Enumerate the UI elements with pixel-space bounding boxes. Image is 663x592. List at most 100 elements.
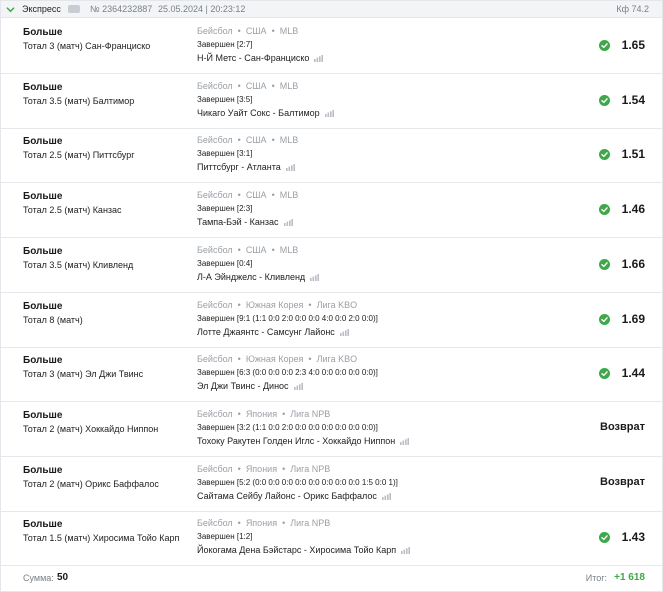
bet-market: Тотал 3.5 (матч) Балтимор [23,95,135,106]
bet-result: 1.46 [621,202,645,217]
stats-bars-icon[interactable] [310,273,320,281]
stats-bars-icon[interactable] [314,55,324,62]
bet-outcome-type: Больше [23,27,63,38]
total-coefficient: Кф 74.2 [616,4,649,14]
check-circle-icon [599,368,610,380]
bet-header[interactable]: Экспресс № 2364232887 25.05.2024 | 20:23… [1,1,662,18]
event-teams[interactable]: Тохоку Ракутен Голден Иглс - Хоккайдо Ни… [197,435,410,446]
event-teams[interactable]: Питтсбург - Атланта [197,162,295,172]
event-league-path: Бейсбол • Япония • Лига NPB [197,518,330,528]
event-status: Завершен [5:2 (0:0 0:0 0:0 0:0 0:0 0:0 0… [197,477,398,487]
bet-type-label: Экспресс [22,4,61,14]
event-league-path: Бейсбол • США • MLB [197,26,298,36]
bet-outcome-type: Больше [23,81,63,93]
league-name: MLB [279,80,299,91]
event-teams[interactable]: Сайтама Сейбу Лайонс - Орикс Баффалос [197,491,391,501]
teams-label: Тампа-Бэй - Канзас [197,217,279,228]
bet-row[interactable]: Больше Тотал 2.5 (матч) Питтсбург Бейсбол … [1,128,662,184]
bet-result: 1.51 [621,147,645,162]
check-circle-icon [599,40,610,51]
event-teams[interactable]: Чикаго Уайт Сокс - Балтимор [197,108,334,118]
country-name: США [245,244,267,255]
bet-datetime: 25.05.2024 | 20:23:12 [158,4,246,14]
event-league-path: Бейсбол • США • MLB [197,190,298,200]
country-name: США [245,190,267,201]
bet-row[interactable]: Больше Тотал 3.5 (матч) Кливленд Бейсбол •… [1,238,662,293]
separator-dot: • [232,299,246,310]
bet-outcome-type: Больше [23,464,63,476]
bet-market: Тотал 2 (матч) Хоккайдо Ниппон [23,423,159,434]
stats-bars-icon[interactable] [401,547,411,555]
total-label: Итог: [585,573,607,583]
event-teams[interactable]: Эл Джи Твинс - Динос [197,381,303,391]
event-status: Завершен [3:2 (1:1 0:0 2:0 0:0 0:0 0:0 0… [197,422,378,432]
stats-bars-icon[interactable] [400,437,410,445]
stats-bars-icon[interactable] [339,328,349,336]
event-teams[interactable]: Лотте Джаянтс - Самсунг Лайонс [197,327,349,337]
bet-result: 1.44 [621,366,645,381]
separator-dot: • [232,518,246,529]
bet-row[interactable]: Больше Тотал 3.5 (матч) Балтимор Бейсбол •… [1,74,662,129]
event-league-path: Бейсбол • США • MLB [197,81,298,91]
bet-outcome-type: Больше [23,355,63,367]
event-teams[interactable]: Тампа-Бэй - Канзас [197,217,293,227]
separator-dot: • [232,190,246,201]
bet-market: Тотал 2.5 (матч) Питтсбург [23,150,135,161]
country-name: Япония [245,518,278,529]
stats-bars-icon[interactable] [293,383,303,391]
separator-dot: • [266,80,280,91]
bet-row[interactable]: Больше Тотал 2.5 (матч) Канзас Бейсбол • С… [1,183,662,239]
league-name: MLB [279,135,299,146]
league-name: Лига KBO [316,354,358,365]
chevron-down-icon[interactable] [6,5,15,14]
sport-name: Бейсбол [197,354,233,365]
separator-dot: • [277,408,291,419]
bet-outcome-type: Больше [23,191,63,203]
stats-bars-icon[interactable] [381,492,391,500]
separator-dot: • [266,26,280,36]
check-circle-icon [599,258,610,270]
event-league-path: Бейсбол • Япония • Лига NPB [197,409,330,419]
bet-row[interactable]: Больше Тотал 3 (матч) Сан-Франциско Бейсбо… [1,19,662,74]
bet-row[interactable]: Больше Тотал 2 (матч) Орикс Баффалос Бейсб… [1,457,662,512]
check-circle-icon [599,532,610,544]
sport-name: Бейсбол [197,190,233,201]
bet-row[interactable]: Больше Тотал 2 (матч) Хоккайдо Ниппон Бейс… [1,402,662,457]
bet-outcome-type: Больше [23,409,63,421]
teams-label: Тохоку Ракутен Голден Иглс - Хоккайдо Ни… [197,435,396,446]
separator-dot: • [232,80,246,91]
event-league-path: Бейсбол • США • MLB [197,245,298,255]
event-status: Завершен [6:3 (0:0 0:0 0:0 2:3 4:0 0:0 0… [197,368,378,378]
bet-row[interactable]: Больше Тотал 1.5 (матч) Хиросима Тойо Кар… [1,511,662,567]
league-name: Лига NPB [290,408,331,419]
event-teams[interactable]: Н-Й Метс - Сан-Франциско [197,53,324,63]
sport-name: Бейсбол [197,518,233,529]
event-league-path: Бейсбол • Южная Корея • Лига KBO [197,300,357,310]
bet-result: Возврат [600,420,645,433]
stats-bars-icon[interactable] [324,109,334,117]
bet-row[interactable]: Больше Тотал 8 (матч) Бейсбол • Южная Коре… [1,293,662,348]
bet-outcome-type: Больше [23,300,63,312]
country-name: США [245,80,267,91]
bet-row[interactable]: Больше Тотал 3 (матч) Эл Джи Твинс Бейсбол… [1,347,662,403]
teams-label: Л-А Эйнджелс - Кливленд [197,271,306,282]
stats-bars-icon[interactable] [285,164,295,172]
badge-icon [68,5,80,13]
sport-name: Бейсбол [197,80,233,91]
stats-bars-icon[interactable] [283,219,293,227]
event-teams[interactable]: Л-А Эйнджелс - Кливленд [197,271,320,282]
bet-market: Тотал 1.5 (матч) Хиросима Тойо Карп [23,533,180,544]
separator-dot: • [232,135,246,146]
teams-label: Лотте Джаянтс - Самсунг Лайонс [197,326,335,337]
separator-dot: • [232,408,246,419]
event-teams[interactable]: Йокогама Дена Бэйстарс - Хиросима Тойо К… [197,545,411,555]
bet-slip-card: Экспресс № 2364232887 25.05.2024 | 20:23… [0,0,663,592]
event-status: Завершен [3:5] [197,94,253,104]
bet-result: 1.69 [621,311,645,326]
separator-dot: • [303,354,317,365]
sum-value: 50 [57,572,69,583]
bet-result: 1.54 [621,92,645,107]
event-status: Завершен [0:4] [197,258,253,268]
bet-market: Тотал 2 (матч) Орикс Баффалос [23,478,159,489]
country-name: Япония [245,463,278,474]
